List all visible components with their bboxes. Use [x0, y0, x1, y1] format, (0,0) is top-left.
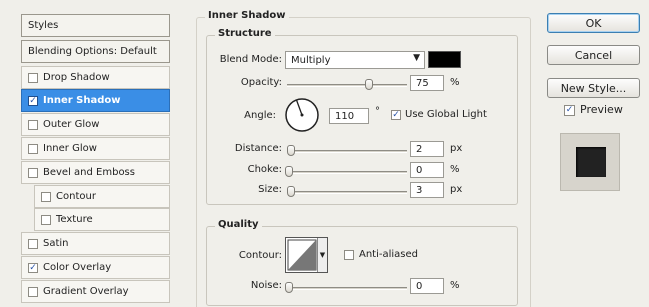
distance-unit: px: [450, 143, 463, 154]
sidebar-item-label: Bevel and Emboss: [43, 167, 135, 178]
opacity-input[interactable]: 75: [410, 75, 444, 91]
contour-curve-icon: [287, 239, 317, 271]
size-slider-track[interactable]: [287, 191, 407, 194]
opacity-slider-track[interactable]: [287, 84, 407, 87]
preview-label: Preview: [580, 103, 623, 116]
sidebar-item-outer-glow[interactable]: Outer Glow: [21, 113, 170, 136]
noise-unit: %: [450, 280, 460, 291]
sidebar-item-label: Drop Shadow: [43, 72, 110, 83]
use-global-light-label: Use Global Light: [405, 109, 487, 120]
size-slider-thumb[interactable]: [287, 186, 295, 197]
opacity-unit: %: [450, 77, 460, 88]
sidebar-item-label: Gradient Overlay: [43, 286, 129, 297]
blending-options-label: Blending Options: Default: [28, 46, 157, 57]
cancel-button[interactable]: Cancel: [547, 45, 640, 65]
choke-value: 0: [416, 164, 423, 176]
sidebar-item-satin[interactable]: Satin: [21, 232, 170, 255]
sidebar-item-label: Contour: [56, 191, 96, 202]
size-label: Size:: [258, 184, 282, 195]
angle-unit: °: [375, 106, 380, 117]
distance-slider-track[interactable]: [287, 150, 407, 153]
opacity-label: Opacity:: [240, 77, 282, 88]
blending-options-item[interactable]: Blending Options: Default: [21, 40, 170, 63]
new-style-button[interactable]: New Style...: [547, 78, 640, 98]
contour-label: Contour:: [238, 250, 282, 261]
size-input[interactable]: 3: [410, 182, 444, 198]
sidebar-item-bevel-and-emboss[interactable]: Bevel and Emboss: [21, 161, 170, 184]
blend-mode-label: Blend Mode:: [219, 54, 282, 65]
styles-header-label: Styles: [28, 20, 59, 31]
sidebar-item-drop-shadow[interactable]: Drop Shadow: [21, 66, 170, 89]
styles-header[interactable]: Styles: [21, 14, 170, 37]
chevron-down-icon: ▼: [413, 53, 420, 63]
preview-sample: [576, 147, 606, 177]
noise-slider-thumb[interactable]: [285, 282, 293, 293]
inner-shadow-checkbox[interactable]: ✓: [28, 95, 38, 106]
drop-shadow-checkbox[interactable]: [28, 72, 38, 83]
angle-value: 110: [335, 110, 355, 122]
noise-slider-track[interactable]: [287, 287, 407, 290]
anti-aliased-checkbox[interactable]: [344, 250, 354, 260]
angle-dial[interactable]: [284, 97, 320, 133]
use-global-light-checkbox[interactable]: ✓: [391, 110, 401, 120]
preview-swatch: [560, 133, 620, 191]
preview-checkbox[interactable]: ✓: [564, 105, 575, 116]
quality-title: Quality: [215, 219, 262, 230]
opacity-slider-thumb[interactable]: [365, 79, 373, 90]
contour-checkbox[interactable]: [41, 191, 51, 202]
sidebar-item-contour[interactable]: Contour: [34, 185, 170, 208]
angle-input[interactable]: 110: [329, 108, 369, 124]
sidebar-item-color-overlay[interactable]: ✓ Color Overlay: [21, 256, 170, 279]
blend-mode-value: Multiply: [291, 54, 331, 66]
sidebar-item-gradient-overlay[interactable]: Gradient Overlay: [21, 280, 170, 303]
choke-slider-thumb[interactable]: [285, 166, 293, 177]
sidebar-item-inner-shadow[interactable]: ✓ Inner Shadow: [21, 89, 170, 112]
sidebar-item-label: Inner Glow: [43, 143, 97, 154]
distance-label: Distance:: [234, 143, 282, 154]
satin-checkbox[interactable]: [28, 238, 38, 249]
distance-slider-thumb[interactable]: [287, 145, 295, 156]
sidebar-item-label: Color Overlay: [43, 262, 112, 273]
choke-input[interactable]: 0: [410, 162, 444, 178]
choke-label: Choke:: [247, 164, 282, 175]
sidebar-item-label: Satin: [43, 238, 69, 249]
sidebar-item-label: Outer Glow: [43, 119, 100, 130]
color-overlay-checkbox[interactable]: ✓: [28, 262, 38, 273]
noise-input[interactable]: 0: [410, 278, 444, 294]
gradient-overlay-checkbox[interactable]: [28, 286, 38, 297]
texture-checkbox[interactable]: [41, 214, 51, 225]
panel-title: Inner Shadow: [205, 10, 289, 21]
sidebar-item-inner-glow[interactable]: Inner Glow: [21, 137, 170, 160]
shadow-color-swatch[interactable]: [428, 51, 461, 68]
chevron-down-icon: ▼: [317, 238, 327, 272]
noise-value: 0: [416, 280, 423, 292]
bevel-emboss-checkbox[interactable]: [28, 167, 38, 178]
choke-unit: %: [450, 164, 460, 175]
noise-label: Noise:: [250, 280, 282, 291]
structure-title: Structure: [215, 28, 275, 39]
contour-picker[interactable]: ▼: [285, 237, 328, 273]
choke-slider-track[interactable]: [287, 171, 407, 174]
distance-input[interactable]: 2: [410, 141, 444, 157]
blend-mode-select[interactable]: Multiply ▼: [285, 51, 425, 69]
anti-aliased-label: Anti-aliased: [359, 249, 419, 260]
angle-label: Angle:: [244, 110, 276, 121]
size-unit: px: [450, 184, 463, 195]
inner-glow-checkbox[interactable]: [28, 143, 38, 154]
quality-group: [206, 226, 518, 306]
opacity-value: 75: [416, 77, 429, 89]
outer-glow-checkbox[interactable]: [28, 119, 38, 130]
sidebar-item-label: Inner Shadow: [43, 95, 121, 106]
distance-value: 2: [416, 143, 423, 155]
ok-button[interactable]: OK: [547, 13, 640, 33]
size-value: 3: [416, 184, 423, 196]
sidebar-item-texture[interactable]: Texture: [34, 208, 170, 231]
sidebar-item-label: Texture: [56, 214, 93, 225]
